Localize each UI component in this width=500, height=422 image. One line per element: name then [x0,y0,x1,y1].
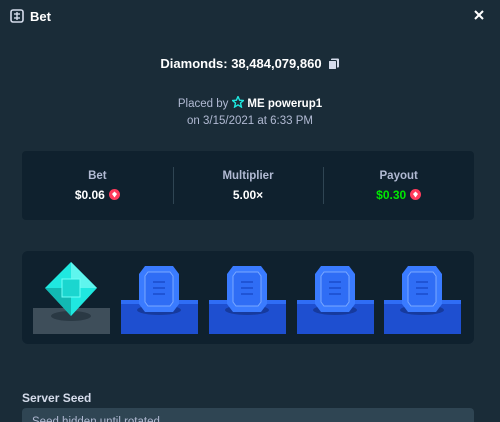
close-icon[interactable] [472,8,486,22]
bet-date: on 3/15/2021 at 6:33 PM [187,115,313,127]
modal-header: Bet [0,0,500,32]
username: ME powerup1 [247,97,323,110]
stat-multiplier: Multiplier 5.00× [172,151,324,220]
bet-amount: $0.06 [74,187,105,202]
stat-payout: Payout $0.30 [323,151,474,220]
bet-label: Bet [88,169,107,182]
stat-bet: Bet $0.06 [22,151,173,220]
modal-title: Bet [30,8,51,24]
bet-value: $0.06 [75,188,120,202]
placed-by-line: Placed by ME powerup1 [0,94,500,111]
tile-blue-sapphire [121,258,198,336]
tile-blue-sapphire [384,258,461,336]
bet-stats-panel: Bet $0.06 Multiplier 5.00× Payout $0.30 [22,151,474,220]
tile-blue-sapphire [209,258,286,336]
tile-cyan-diamond [33,258,110,336]
multiplier-label: Multiplier [222,169,274,182]
copy-icon[interactable] [327,58,340,70]
user-link[interactable]: ME powerup1 [231,94,323,111]
multiplier-value: 5.00× [232,187,264,202]
server-seed-label: Server Seed [22,391,92,405]
bet-receipt-icon [10,9,24,23]
vip-star-icon [231,94,246,111]
payout-amount: $0.30 [376,187,407,202]
payout-value: $0.30 [376,187,422,202]
currency-coin-icon [410,189,422,200]
bet-id-text: Diamonds: 38,484,079,860 [160,56,322,71]
payout-label: Payout [379,169,418,182]
tile-blue-sapphire [297,258,374,336]
server-seed-field[interactable]: Seed hidden until rotated [22,408,474,422]
currency-coin-icon [108,189,120,200]
game-board [22,251,474,344]
placed-by-label: Placed by [177,97,229,110]
bet-id-line: Diamonds: 38,484,079,860 [0,56,500,71]
